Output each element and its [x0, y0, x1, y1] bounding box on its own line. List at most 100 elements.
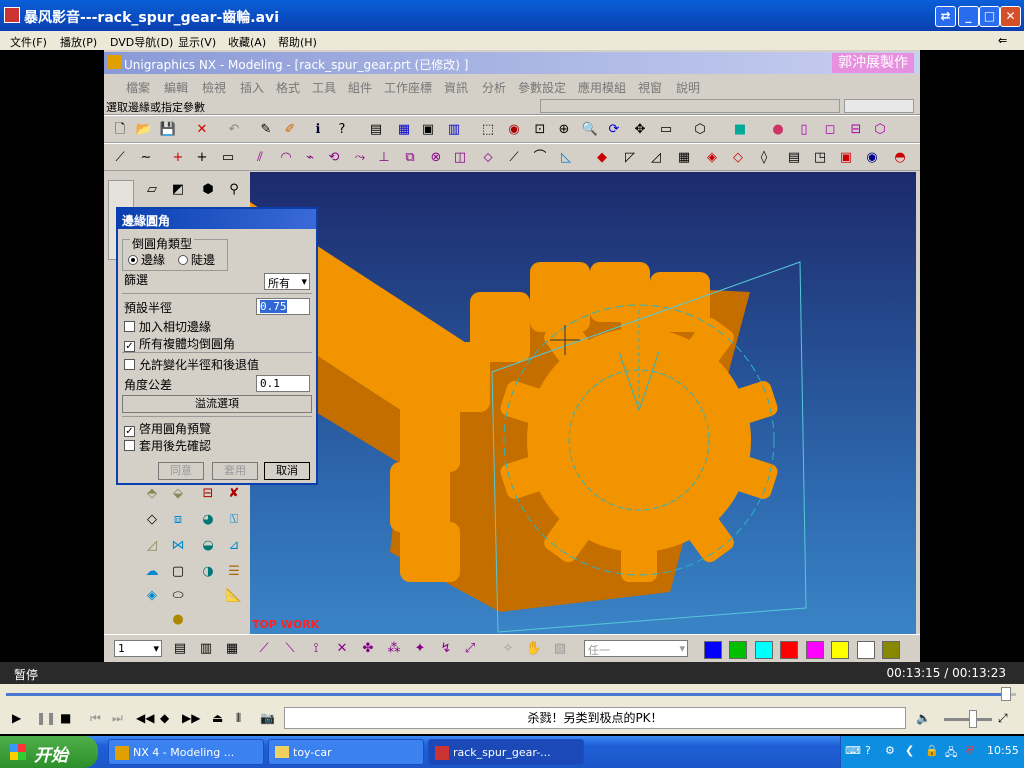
stop-icon[interactable]: ■ — [60, 711, 71, 725]
layer-move-icon[interactable]: ▥ — [196, 639, 216, 659]
menu-play[interactable]: 播放(P) — [60, 34, 97, 50]
volume-handle[interactable] — [968, 710, 977, 728]
rotate-icon[interactable]: ◉ — [504, 120, 524, 140]
info-icon[interactable]: ℹ — [308, 120, 328, 140]
ruler-icon[interactable]: 📐 — [224, 586, 244, 606]
color-swatch-blue[interactable] — [704, 641, 722, 659]
layer-settings-icon[interactable]: ▤ — [366, 120, 386, 140]
extrude-icon[interactable]: ⌁ — [300, 148, 320, 168]
sweep-icon[interactable]: ⤳ — [350, 148, 370, 168]
allow-vary-option[interactable]: 允許變化半徑和後退值 — [124, 356, 259, 373]
pan-icon[interactable]: ✥ — [630, 120, 650, 140]
sketch-icon[interactable]: ▱ — [142, 180, 162, 200]
snap-midpoint-icon[interactable]: ⟍ — [280, 639, 300, 659]
select-mode-icon[interactable]: ▧ — [550, 639, 570, 659]
replace-face-icon[interactable]: ◈ — [142, 586, 162, 606]
curvature-icon[interactable]: ◉ — [862, 148, 882, 168]
render-style-icon[interactable]: ⬡ — [690, 120, 710, 140]
color-swatch-white[interactable] — [857, 641, 875, 659]
add-tangent-option[interactable]: 加入相切邊緣 — [124, 318, 211, 335]
keyboard-icon[interactable]: ⌨ — [845, 744, 861, 757]
lock-icon[interactable]: 🔒 — [925, 744, 939, 757]
taper-icon[interactable]: ◿ — [142, 536, 162, 556]
fit-view-icon[interactable]: ⬚ — [478, 120, 498, 140]
snap-endpoint-icon[interactable]: ⟋ — [254, 639, 274, 659]
preview-checkbox[interactable]: ✓ — [124, 426, 135, 437]
nx-menu-file[interactable]: 檔案 — [126, 79, 150, 96]
analysis-icon[interactable]: ▣ — [836, 148, 856, 168]
frame-step-icon[interactable]: ◆ — [160, 711, 169, 725]
groove-icon[interactable]: ⊿ — [224, 536, 244, 556]
instance-icon[interactable]: ☰ — [224, 562, 244, 582]
close-button[interactable]: ✕ — [1000, 6, 1021, 27]
previous-icon[interactable]: ⏮ — [90, 711, 101, 726]
snap-arc-icon[interactable]: ⤢ — [460, 639, 480, 659]
copy-to-layer-icon[interactable]: ▥ — [444, 120, 464, 140]
color-swatch-cyan[interactable] — [755, 641, 773, 659]
through-curves-icon[interactable]: ◿ — [646, 148, 666, 168]
overflow-options-button[interactable]: 溢流選項 — [122, 395, 312, 413]
shell-icon[interactable]: ⬙ — [168, 484, 188, 504]
filter-select[interactable]: 所有 ▾ — [264, 273, 310, 290]
color-palette-icon[interactable]: ● — [768, 120, 788, 140]
snap-center-icon[interactable]: ✤ — [358, 639, 378, 659]
task-nx-modeling[interactable]: NX 4 - Modeling ... — [108, 739, 264, 765]
clip-view-icon[interactable]: ▯ — [794, 120, 814, 140]
color-swatch-magenta[interactable] — [806, 641, 824, 659]
snap-existing-icon[interactable]: ✦ — [410, 639, 430, 659]
snap-quadrant-icon[interactable]: ⁂ — [384, 639, 404, 659]
move-to-layer-icon[interactable]: ▣ — [418, 120, 438, 140]
nx-menu-assemblies[interactable]: 組件 — [348, 79, 372, 96]
menu-favorites[interactable]: 收藏(A) — [228, 34, 266, 50]
preview-option[interactable]: ✓ 啓用圓角預覽 — [124, 420, 211, 437]
thicken-icon[interactable]: ◊ — [754, 148, 774, 168]
highlight-icon[interactable]: ✐ — [280, 120, 300, 140]
hole-icon[interactable]: ◕ — [198, 510, 218, 530]
rib-icon[interactable]: ◒ — [198, 536, 218, 556]
face-icon[interactable]: ◆ — [592, 148, 612, 168]
subtract-icon[interactable]: ⊟ — [198, 484, 218, 504]
work-layer-select[interactable]: 1 ▾ — [114, 640, 162, 657]
snap-point-icon[interactable]: ⟋ — [110, 148, 130, 168]
offset-face-icon[interactable]: ◇ — [142, 510, 162, 530]
nx-menu-tools[interactable]: 工具 — [312, 79, 336, 96]
confirm-checkbox[interactable] — [124, 440, 135, 451]
nx-menu-help[interactable]: 說明 — [676, 79, 700, 96]
open-icon[interactable]: ⏏ — [212, 711, 223, 725]
graphics-window[interactable]: TOP WORK — [250, 172, 916, 634]
sphere-icon[interactable]: ● — [168, 610, 188, 630]
refresh-icon[interactable]: ⟳ — [604, 120, 624, 140]
nx-menu-edit[interactable]: 編輯 — [164, 79, 188, 96]
radius-input[interactable]: 0.75 — [256, 298, 310, 315]
all-bodies-checkbox[interactable]: ✓ — [124, 341, 135, 352]
new-file-icon[interactable]: 🗋 — [110, 120, 130, 140]
layer-category-icon[interactable]: ▤ — [170, 639, 190, 659]
rectangle-icon[interactable]: ▭ — [218, 148, 238, 168]
point-icon[interactable]: + — [168, 148, 188, 168]
cylinder-icon[interactable]: ⬭ — [168, 586, 188, 606]
settings-icon[interactable]: ⚙ — [885, 744, 895, 757]
mesh-icon[interactable]: ▦ — [674, 148, 694, 168]
delete-icon[interactable]: ✕ — [192, 120, 212, 140]
back-arrow-icon[interactable]: ⇐ — [998, 34, 1007, 47]
angle-tolerance-input[interactable]: 0.1 — [256, 375, 310, 392]
radio-steep-button[interactable] — [178, 255, 188, 265]
sew-icon[interactable]: ◈ — [702, 148, 722, 168]
boss-icon[interactable]: ⍂ — [224, 510, 244, 530]
shield-icon[interactable]: ⛨ — [965, 744, 973, 758]
news-ticker[interactable]: 杀戮！另类到极点的PK！ — [284, 707, 906, 729]
start-button[interactable]: 开始 — [0, 736, 98, 768]
emboss-icon[interactable]: ☁ — [142, 562, 162, 582]
equalizer-icon[interactable]: ⫴ — [236, 711, 241, 726]
task-toy-car[interactable]: toy-car — [268, 739, 424, 765]
datum-plane-icon[interactable]: ◩ — [168, 180, 188, 200]
all-bodies-option[interactable]: ✓ 所有複體均倒圓角 — [124, 335, 235, 352]
nx-menu-preferences[interactable]: 參數設定 — [518, 79, 566, 96]
fast-forward-icon[interactable]: ▶▶ — [182, 711, 200, 725]
maximize-button[interactable]: □ — [979, 6, 1000, 27]
help-pointer-icon[interactable]: ? — [332, 120, 352, 140]
cube-view-icon[interactable]: ⬡ — [870, 120, 890, 140]
chamfer-icon[interactable]: ◫ — [450, 148, 470, 168]
measure-icon[interactable]: ◺ — [556, 148, 576, 168]
unite-icon[interactable]: ✘ — [224, 484, 244, 504]
